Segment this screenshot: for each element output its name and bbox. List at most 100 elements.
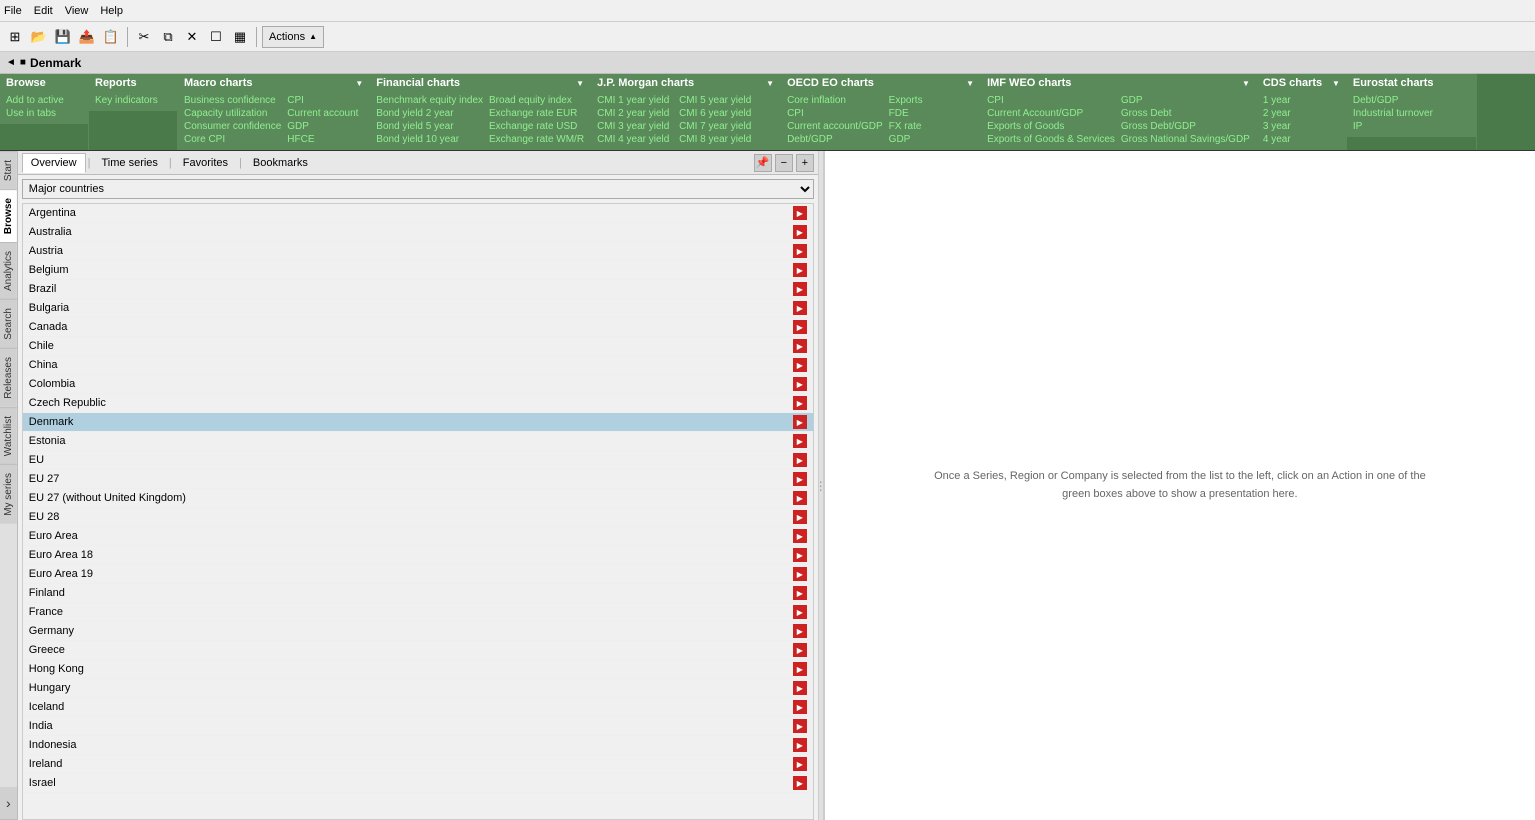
menu-macro-charts-header[interactable]: Macro charts ▼ (178, 74, 369, 92)
toolbar-icon-1[interactable]: ⊞ (4, 26, 26, 48)
country-action-icon[interactable]: ▶ (793, 339, 807, 353)
imf-exports[interactable]: Exports of Goods (985, 120, 1117, 133)
country-action-icon[interactable]: ▶ (793, 757, 807, 771)
jp-cmi1[interactable]: CMI 1 year yield (595, 94, 675, 107)
fin-bond10[interactable]: Bond yield 10 year (374, 133, 485, 146)
tab-icon-pin[interactable]: 📌 (754, 154, 772, 172)
imf-gross-savings[interactable]: Gross National Savings/GDP (1119, 133, 1252, 146)
menu-file[interactable]: File (4, 5, 22, 17)
country-action-icon[interactable]: ▶ (793, 263, 807, 277)
country-row[interactable]: France▶ (23, 603, 813, 622)
imf-gdp[interactable]: GDP (1119, 94, 1252, 107)
menu-reports-header[interactable]: Reports (89, 74, 177, 92)
actions-button[interactable]: Actions ▲ (262, 26, 324, 48)
macro-capacity-utilization[interactable]: Capacity utilization (182, 107, 283, 120)
country-row[interactable]: Estonia▶ (23, 432, 813, 451)
menu-help[interactable]: Help (100, 5, 123, 17)
country-row[interactable]: Israel▶ (23, 774, 813, 793)
toolbar-icon-5[interactable]: 📋 (100, 26, 122, 48)
cds-2year[interactable]: 2 year (1261, 107, 1341, 120)
jp-cmi6[interactable]: CMI 6 year yield (677, 107, 757, 120)
oecd-gdp[interactable]: GDP (887, 133, 967, 146)
country-action-icon[interactable]: ▶ (793, 320, 807, 334)
country-row[interactable]: Brazil▶ (23, 280, 813, 299)
fin-eur[interactable]: Exchange rate EUR (487, 107, 586, 120)
macro-core-cpi[interactable]: Core CPI (182, 133, 283, 146)
oecd-cpi[interactable]: CPI (785, 107, 885, 120)
country-row[interactable]: Germany▶ (23, 622, 813, 641)
cds-4year[interactable]: 4 year (1261, 133, 1341, 146)
tab-icon-plus[interactable]: + (796, 154, 814, 172)
fin-broad[interactable]: Broad equity index (487, 94, 586, 107)
jp-cmi2[interactable]: CMI 2 year yield (595, 107, 675, 120)
country-row[interactable]: EU 27 (without United Kingdom)▶ (23, 489, 813, 508)
oecd-debt-gdp[interactable]: Debt/GDP (785, 133, 885, 146)
eurostat-ip[interactable]: IP (1351, 120, 1435, 133)
country-action-icon[interactable]: ▶ (793, 282, 807, 296)
country-row[interactable]: Denmark▶ (23, 413, 813, 432)
country-row[interactable]: Finland▶ (23, 584, 813, 603)
country-action-icon[interactable]: ▶ (793, 377, 807, 391)
macro-current-account[interactable]: Current account (285, 107, 365, 120)
country-action-icon[interactable]: ▶ (793, 738, 807, 752)
menu-oecd-header[interactable]: OECD EO charts ▼ (781, 74, 980, 92)
country-action-icon[interactable]: ▶ (793, 206, 807, 220)
country-row[interactable]: Greece▶ (23, 641, 813, 660)
country-group-select[interactable]: Major countries (22, 179, 814, 199)
menu-browse-header[interactable]: Browse (0, 74, 88, 92)
country-row[interactable]: India▶ (23, 717, 813, 736)
sidebar-tab-releases[interactable]: Releases (0, 348, 17, 407)
country-row[interactable]: Argentina▶ (23, 204, 813, 223)
toolbar-icon-copy[interactable]: ⧉ (157, 26, 179, 48)
oecd-exports[interactable]: Exports (887, 94, 967, 107)
toolbar-icon-4[interactable]: 📤 (76, 26, 98, 48)
country-row[interactable]: Hong Kong▶ (23, 660, 813, 679)
country-action-icon[interactable]: ▶ (793, 605, 807, 619)
country-row[interactable]: Colombia▶ (23, 375, 813, 394)
country-action-icon[interactable]: ▶ (793, 548, 807, 562)
toolbar-icon-2[interactable]: 📂 (28, 26, 50, 48)
imf-cpi[interactable]: CPI (985, 94, 1117, 107)
country-row[interactable]: EU▶ (23, 451, 813, 470)
sidebar-tab-expand[interactable]: › (0, 787, 17, 820)
tab-icon-minus[interactable]: − (775, 154, 793, 172)
country-action-icon[interactable]: ▶ (793, 434, 807, 448)
macro-consumer-confidence[interactable]: Consumer confidence (182, 120, 283, 133)
country-action-icon[interactable]: ▶ (793, 681, 807, 695)
country-action-icon[interactable]: ▶ (793, 624, 807, 638)
eurostat-industrial[interactable]: Industrial turnover (1351, 107, 1435, 120)
country-row[interactable]: Hungary▶ (23, 679, 813, 698)
tab-bookmarks[interactable]: Bookmarks (244, 153, 317, 173)
sidebar-tab-watchlist[interactable]: Watchlist (0, 407, 17, 464)
country-row[interactable]: Canada▶ (23, 318, 813, 337)
cds-3year[interactable]: 3 year (1261, 120, 1341, 133)
country-action-icon[interactable]: ▶ (793, 662, 807, 676)
sidebar-tab-search[interactable]: Search (0, 299, 17, 348)
menu-imf-header[interactable]: IMF WEO charts ▼ (981, 74, 1256, 92)
eurostat-debt-gdp[interactable]: Debt/GDP (1351, 94, 1435, 107)
tab-overview[interactable]: Overview (22, 153, 86, 173)
country-row[interactable]: Belgium▶ (23, 261, 813, 280)
country-action-icon[interactable]: ▶ (793, 472, 807, 486)
menu-eurostat-header[interactable]: Eurostat charts (1347, 74, 1476, 92)
country-action-icon[interactable]: ▶ (793, 453, 807, 467)
tab-favorites[interactable]: Favorites (174, 153, 237, 173)
imf-gross-debt-gdp[interactable]: Gross Debt/GDP (1119, 120, 1252, 133)
tab-timeseries[interactable]: Time series (92, 153, 166, 173)
country-row[interactable]: Chile▶ (23, 337, 813, 356)
menu-financial-charts-header[interactable]: Financial charts ▼ (370, 74, 590, 92)
country-action-icon[interactable]: ▶ (793, 491, 807, 505)
jp-cmi3[interactable]: CMI 3 year yield (595, 120, 675, 133)
country-row[interactable]: EU 28▶ (23, 508, 813, 527)
sidebar-tab-analytics[interactable]: Analytics (0, 242, 17, 299)
nav-back-icon[interactable]: ◄ (6, 57, 16, 68)
cds-1year[interactable]: 1 year (1261, 94, 1341, 107)
imf-current-account[interactable]: Current Account/GDP (985, 107, 1117, 120)
country-row[interactable]: EU 27▶ (23, 470, 813, 489)
macro-hfce[interactable]: HFCE (285, 133, 365, 146)
toolbar-icon-cut[interactable]: ✂ (133, 26, 155, 48)
country-row[interactable]: Euro Area▶ (23, 527, 813, 546)
fin-wmr[interactable]: Exchange rate WM/R (487, 133, 586, 146)
country-action-icon[interactable]: ▶ (793, 415, 807, 429)
browse-item-add[interactable]: Add to active (4, 94, 84, 107)
